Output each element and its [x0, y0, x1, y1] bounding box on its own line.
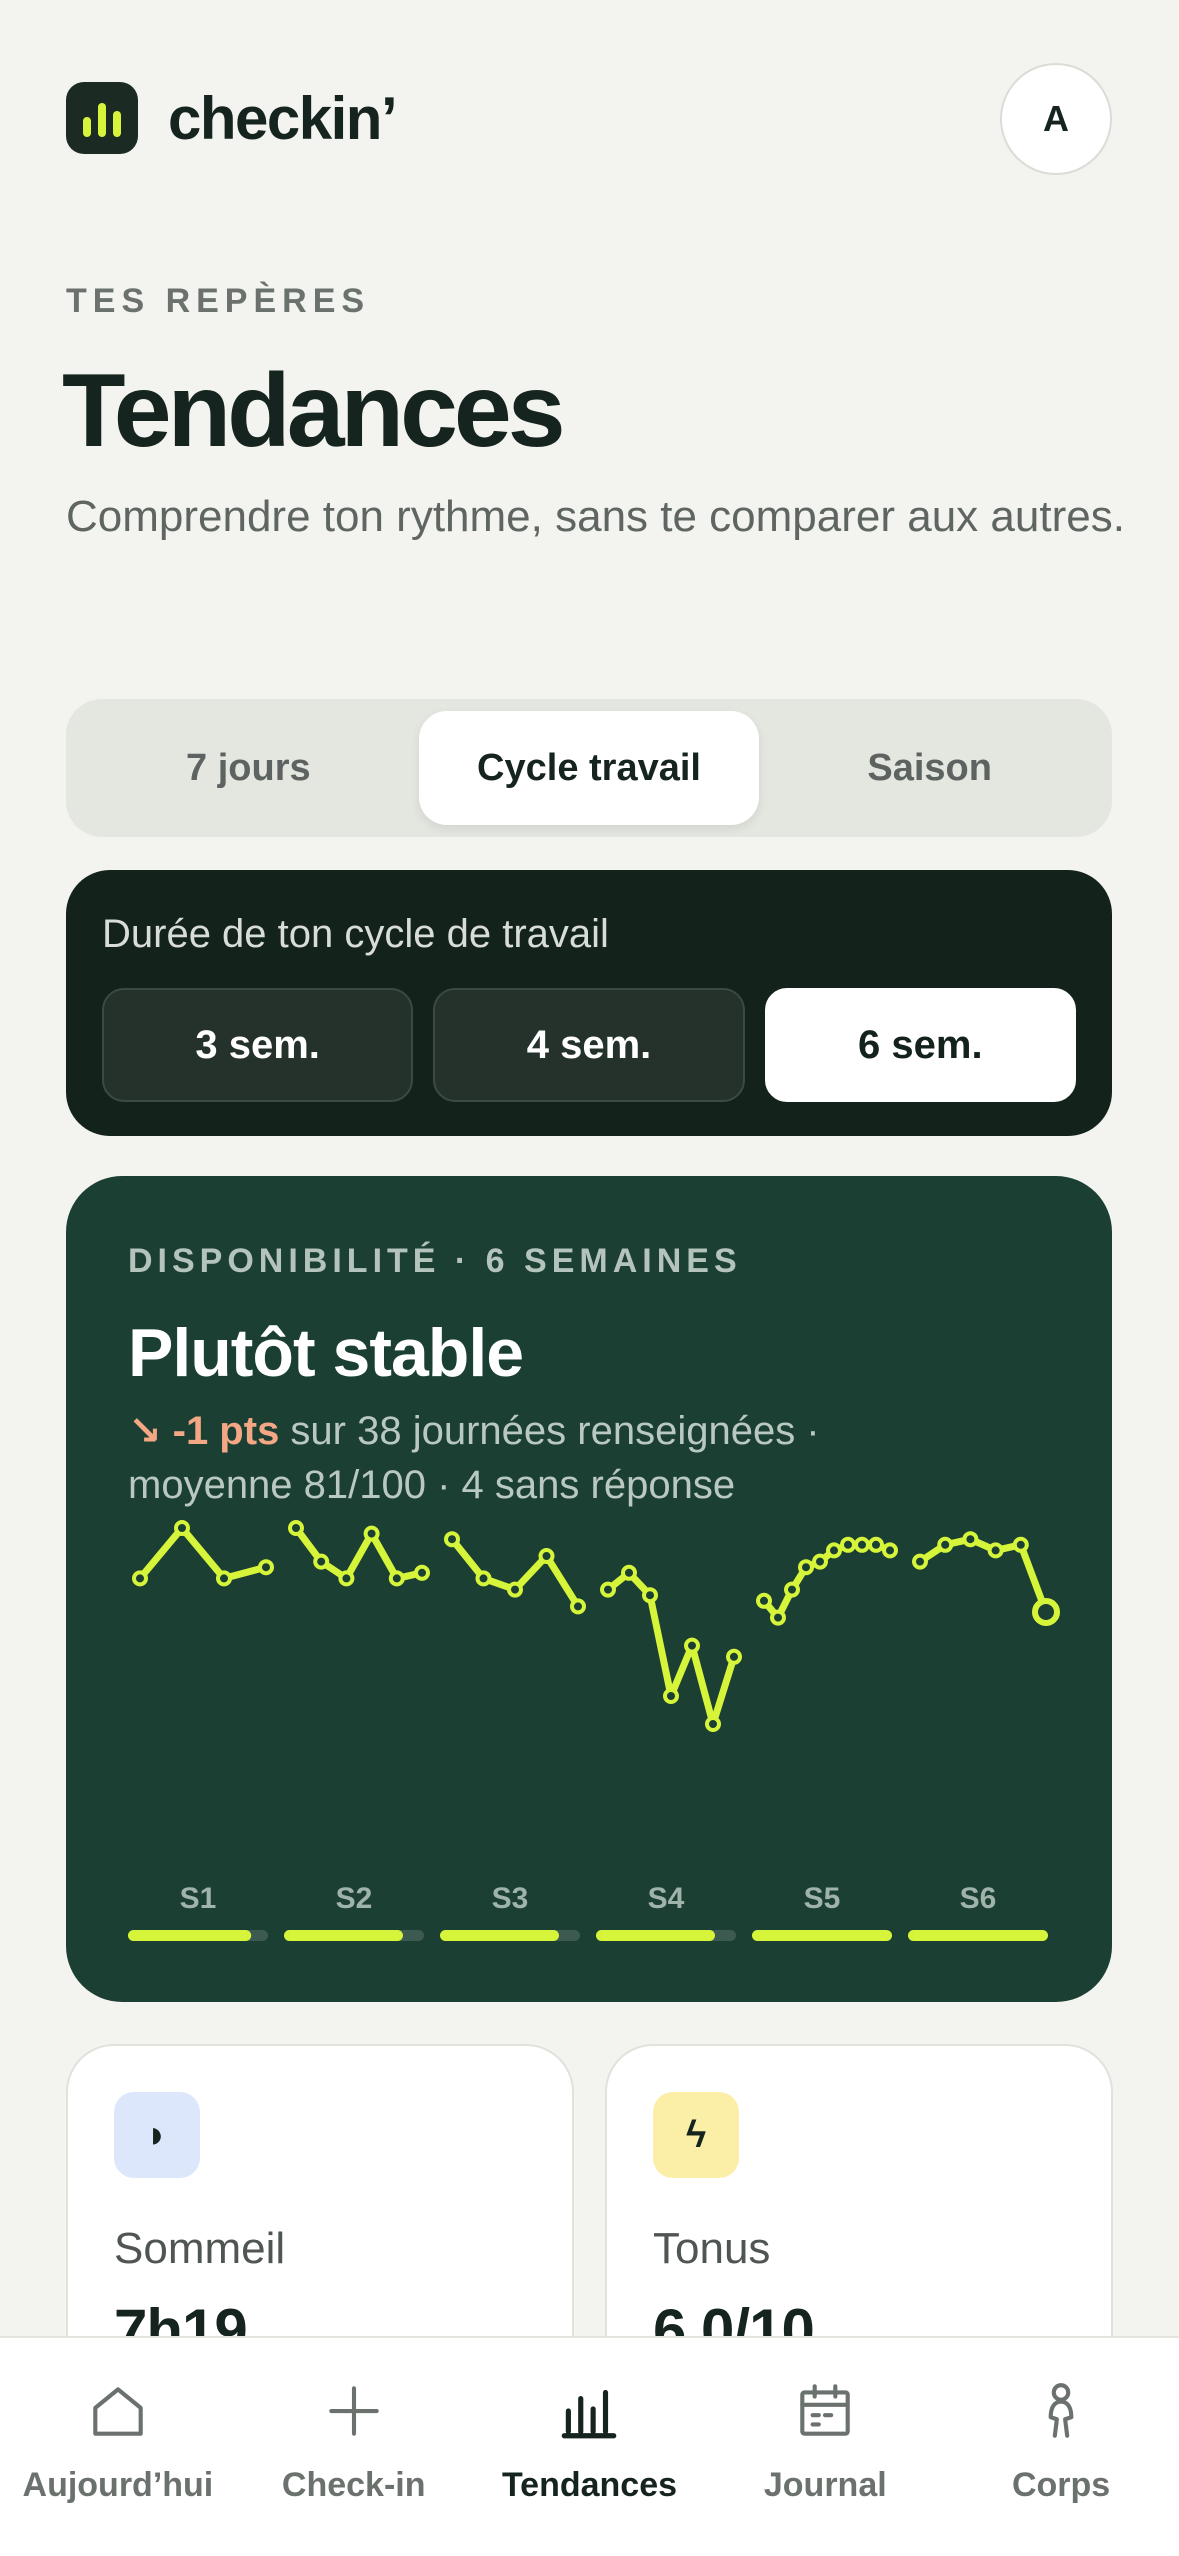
- data-point: [621, 1564, 637, 1581]
- data-point: [937, 1536, 954, 1553]
- cycle-duration-options: 3 sem. 4 sem. 6 sem.: [102, 988, 1076, 1102]
- data-point: [258, 1559, 274, 1576]
- data-point: [987, 1542, 1004, 1559]
- page-subtitle: Comprendre ton rythme, sans te comparer …: [66, 492, 1125, 541]
- data-point: [770, 1609, 786, 1626]
- series-line-s5: [760, 1541, 894, 1622]
- nav-label: Aujourd’hui: [22, 2466, 214, 2504]
- tab-7-jours[interactable]: 7 jours: [78, 711, 419, 825]
- data-point: [868, 1536, 884, 1553]
- data-point: [784, 1581, 800, 1598]
- lightning-icon: ϟ: [653, 2092, 739, 2178]
- week-label-s2: S2: [336, 1882, 373, 1915]
- period-tabs: 7 jours Cycle travail Saison: [66, 699, 1112, 837]
- section-eyebrow: TES REPÈRES: [66, 282, 371, 320]
- cycle-option-6-weeks[interactable]: 6 sem.: [764, 988, 1076, 1102]
- avatar[interactable]: A: [1000, 63, 1112, 175]
- bottom-navigation: Aujourd’hui Check-in Tendances Journal C…: [0, 2336, 1179, 2556]
- moon-icon: ◗: [114, 2092, 200, 2178]
- data-point: [600, 1581, 616, 1598]
- data-point: [132, 1570, 148, 1587]
- data-point: [538, 1548, 555, 1564]
- series-line-s6: [916, 1535, 1050, 1616]
- calendar-icon: [800, 2384, 851, 2436]
- tab-saison[interactable]: Saison: [759, 711, 1100, 825]
- cycle-duration-label: Durée de ton cycle de travail: [102, 912, 609, 956]
- data-point: [705, 1716, 721, 1732]
- nav-item-tendances[interactable]: Tendances: [472, 2338, 708, 2556]
- body-icon: [1048, 2383, 1074, 2438]
- week-label-s4: S4: [648, 1882, 685, 1915]
- brand[interactable]: checkin’: [66, 82, 398, 154]
- data-point: [414, 1564, 430, 1581]
- availability-card: DISPONIBILITÉ · 6 SEMAINES Plutôt stable…: [66, 1176, 1112, 2002]
- data-point: [962, 1531, 979, 1548]
- data-point: [663, 1688, 679, 1704]
- data-point: [642, 1587, 658, 1604]
- nav-item-aujourdhui[interactable]: Aujourd’hui: [0, 2338, 236, 2556]
- bar-chart-icon: [562, 2389, 617, 2439]
- data-point: [363, 1525, 380, 1542]
- metric-label: Sommeil: [114, 2224, 286, 2273]
- week-label-s1: S1: [180, 1882, 217, 1915]
- data-point: [882, 1542, 898, 1559]
- nav-item-journal[interactable]: Journal: [707, 2338, 943, 2556]
- week-label-s6: S6: [960, 1882, 997, 1915]
- week-progress-fill: [752, 1930, 892, 1941]
- data-point: [313, 1553, 330, 1570]
- cycle-option-3-weeks[interactable]: 3 sem.: [102, 988, 414, 1102]
- nav-label: Check-in: [281, 2466, 426, 2504]
- data-point: [812, 1553, 828, 1570]
- availability-line-chart: S1 S2 S3 S4 S5 S6: [128, 1520, 1060, 1941]
- data-point: [174, 1520, 190, 1536]
- cycle-option-4-weeks[interactable]: 4 sem.: [433, 988, 745, 1102]
- data-point: [444, 1531, 460, 1548]
- data-point: [216, 1570, 232, 1587]
- data-point: [388, 1570, 405, 1587]
- nav-label: Journal: [763, 2466, 887, 2504]
- nav-label: Corps: [1011, 2466, 1111, 2504]
- data-point: [756, 1592, 772, 1609]
- app-name: checkin’: [168, 84, 398, 152]
- metric-label: Tonus: [653, 2224, 771, 2273]
- series-line-s1: [136, 1524, 270, 1582]
- page: checkin’ A TES REPÈRES Tendances Compren…: [0, 0, 1179, 2556]
- data-point: [854, 1536, 870, 1553]
- data-point: [475, 1570, 492, 1587]
- nav-item-check-in[interactable]: Check-in: [236, 2338, 472, 2556]
- data-point: [507, 1581, 523, 1598]
- series-line-s2: [292, 1524, 426, 1582]
- data-point: [288, 1520, 304, 1536]
- data-point: [570, 1598, 586, 1615]
- bar-chart-logo-icon: [66, 82, 138, 154]
- nav-label: Tendances: [501, 2466, 678, 2504]
- week-progress-fill: [128, 1930, 252, 1941]
- week-label-s3: S3: [492, 1882, 529, 1915]
- nav-item-corps[interactable]: Corps: [943, 2338, 1179, 2556]
- data-point: [840, 1536, 856, 1553]
- plus-icon: [328, 2386, 379, 2436]
- data-point: [1012, 1536, 1029, 1553]
- week-label-s5: S5: [804, 1882, 841, 1915]
- home-icon: [93, 2387, 143, 2436]
- data-point: [798, 1559, 814, 1576]
- data-point: [912, 1553, 928, 1570]
- week-progress-fill: [596, 1930, 715, 1941]
- page-title: Tendances: [62, 353, 566, 469]
- week-progress-fill: [284, 1930, 403, 1941]
- week-progress-fill: [908, 1930, 1048, 1941]
- data-point: [684, 1637, 700, 1654]
- data-point: [826, 1542, 842, 1559]
- data-point: [338, 1570, 355, 1587]
- tab-cycle-travail[interactable]: Cycle travail: [418, 711, 760, 825]
- data-point: [726, 1648, 742, 1665]
- cycle-duration-panel: Durée de ton cycle de travail 3 sem. 4 s…: [66, 870, 1112, 1136]
- week-progress-fill: [440, 1930, 559, 1941]
- data-point: [1032, 1598, 1060, 1626]
